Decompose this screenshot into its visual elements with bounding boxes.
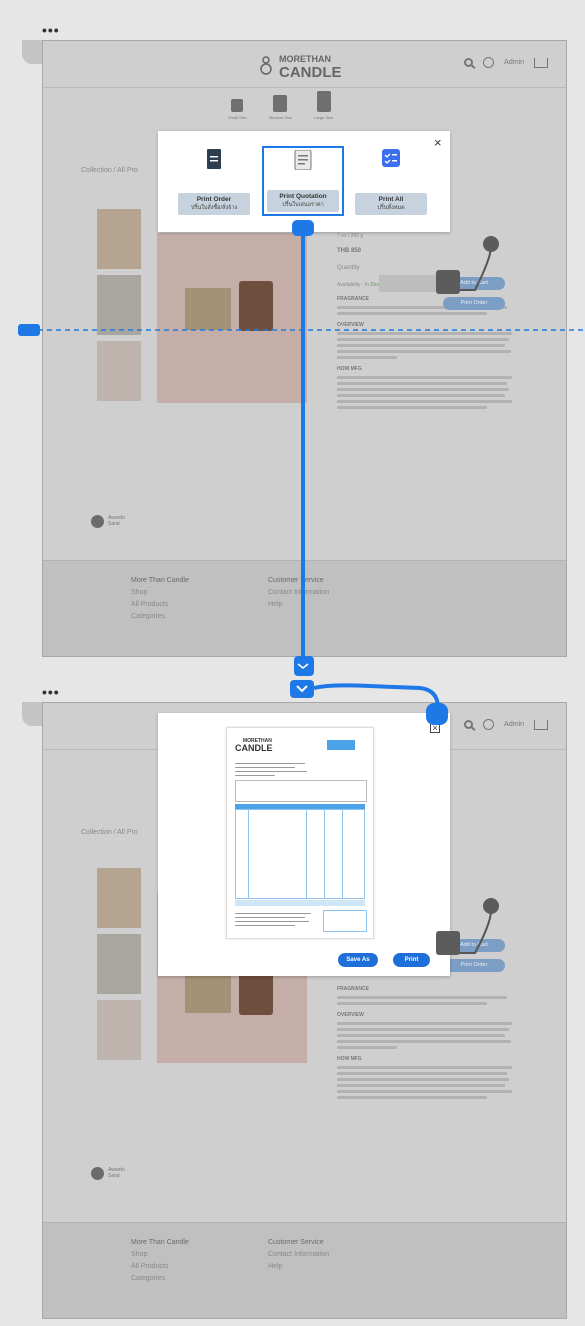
document-icon (207, 149, 221, 169)
product-thumbnail[interactable] (97, 1000, 141, 1060)
medium-candle-icon (273, 95, 288, 112)
user-label[interactable]: Admin (504, 59, 524, 66)
footer-link[interactable]: All Products (131, 601, 168, 608)
doc-address (235, 760, 310, 779)
category-medium[interactable]: Medium Size (269, 91, 292, 120)
add-to-cart-button[interactable]: Add to Cart (443, 939, 505, 952)
category-large[interactable]: Large Size (314, 91, 333, 120)
footer-link[interactable]: Categories (131, 613, 165, 620)
close-icon[interactable]: × (434, 136, 442, 149)
doc-customer-box (235, 780, 367, 802)
section-how: HOW MFG (337, 366, 362, 372)
chevron-down-icon (297, 663, 309, 670)
product-size: 7 oz / 200 g (337, 233, 364, 239)
section-overview: OVERVIEW (337, 1012, 364, 1018)
search-icon[interactable] (464, 720, 474, 729)
footer-link[interactable]: Shop (131, 1251, 147, 1258)
small-candle-icon (231, 99, 244, 112)
category-small[interactable]: Small Size (228, 91, 247, 120)
candle-logo-icon (260, 56, 272, 75)
section-overview: OVERVIEW (337, 322, 364, 328)
footer-title: Customer Service (268, 1239, 324, 1246)
footer-title: More Than Candle (131, 1239, 189, 1246)
brand-logo[interactable]: MORETHAN CANDLE (259, 53, 342, 81)
doc-table-body (235, 809, 365, 899)
user-label[interactable]: Admin (504, 721, 524, 728)
category-nav: Small Size Medium Size Large Size (228, 91, 333, 120)
quotation-document-preview[interactable]: MORETHAN CANDLE (226, 727, 374, 939)
product-info: FRAGRANCE OVERVIEW HOW MFG (337, 979, 517, 1102)
product-thumbnail[interactable] (97, 934, 141, 994)
footer-link[interactable]: All Products (131, 1263, 168, 1270)
user-icon[interactable] (483, 719, 495, 730)
print-button[interactable]: Print (393, 953, 430, 967)
frame-menu-dots[interactable]: ••• (42, 22, 60, 38)
product-thumbnail[interactable] (97, 209, 141, 269)
doc-total-row (235, 900, 365, 906)
product-thumbnail[interactable] (97, 275, 141, 335)
footer-title: Customer Service (268, 577, 324, 584)
doc-brand-logo: MORETHAN CANDLE (235, 738, 273, 753)
avatar-name: Awardo Saral (108, 515, 125, 527)
flow-anchor (290, 680, 314, 698)
product-thumbnail[interactable] (97, 868, 141, 928)
user-icon[interactable] (483, 57, 495, 68)
brand-bottom: CANDLE (279, 64, 342, 81)
product-info: 7 oz / 200 g THB 850 Quantity Availabili… (337, 233, 517, 412)
print-options-modal: × Print Order ปริ้นใบสั่งซื้อ/สั่งจ้าง Pr… (158, 131, 450, 232)
print-order-button[interactable]: Print Order (443, 959, 505, 972)
footer-link[interactable]: Contact Information (268, 589, 329, 596)
checklist-icon (382, 149, 400, 167)
product-price: THB 850 (337, 248, 362, 254)
flow-anchor (294, 656, 314, 676)
frame-menu-dots[interactable]: ••• (42, 684, 60, 700)
doc-summary-box (323, 910, 367, 932)
doc-title-badge (327, 740, 355, 750)
large-candle-icon (316, 91, 331, 112)
avatar[interactable] (91, 515, 104, 528)
print-quotation-option[interactable]: Print Quotation ปริ้นใบเสนอราคา (262, 146, 344, 216)
print-quotation-label: Print Quotation ปริ้นใบเสนอราคา (267, 190, 339, 212)
cart-icon[interactable] (534, 57, 548, 68)
print-order-option[interactable]: Print Order ปริ้นใบสั่งซื้อ/สั่งจ้าง (173, 145, 255, 217)
add-to-cart-button[interactable]: Add to Cart (443, 277, 505, 290)
site-footer: More Than Candle Shop All Products Categ… (43, 1222, 566, 1318)
print-order-label: Print Order ปริ้นใบสั่งซื้อ/สั่งจ้าง (178, 193, 250, 215)
avatar-name: Awardo Saral (108, 1167, 125, 1179)
print-order-button[interactable]: Print Order (443, 297, 505, 310)
section-fragrance: FRAGRANCE (337, 986, 369, 992)
footer-title: More Than Candle (131, 577, 189, 584)
print-all-label: Print All ปริ้นทั้งหมด (355, 193, 427, 215)
chevron-down-icon (296, 685, 308, 693)
section-how: HOW MFG (337, 1056, 362, 1062)
save-as-button[interactable]: Save As (338, 953, 378, 967)
footer-link[interactable]: Shop (131, 589, 147, 596)
print-all-option[interactable]: Print All ปริ้นทั้งหมด (350, 145, 432, 217)
quotation-preview-modal: × MORETHAN CANDLE Save As Print (158, 713, 450, 976)
site-header: MORETHAN CANDLE Admin (43, 41, 566, 88)
product-hero-image (157, 233, 307, 403)
breadcrumb[interactable]: Collection / All Pro (81, 167, 138, 174)
avatar[interactable] (91, 1167, 104, 1180)
site-footer: More Than Candle Shop All Products Categ… (43, 560, 566, 656)
doc-remarks (235, 910, 315, 929)
footer-link[interactable]: Categories (131, 1275, 165, 1282)
quantity-input[interactable] (379, 275, 439, 292)
cart-icon[interactable] (534, 719, 548, 730)
footer-link[interactable]: Help (268, 1263, 282, 1270)
footer-link[interactable]: Contact Information (268, 1251, 329, 1258)
quotation-icon (294, 150, 312, 170)
guide-handle (18, 324, 40, 336)
search-icon[interactable] (464, 58, 474, 67)
breadcrumb[interactable]: Collection / All Pro (81, 829, 138, 836)
quantity-label: Quantity (337, 265, 360, 271)
product-thumbnail[interactable] (97, 341, 141, 401)
footer-link[interactable]: Help (268, 601, 282, 608)
close-icon[interactable]: × (430, 723, 440, 733)
